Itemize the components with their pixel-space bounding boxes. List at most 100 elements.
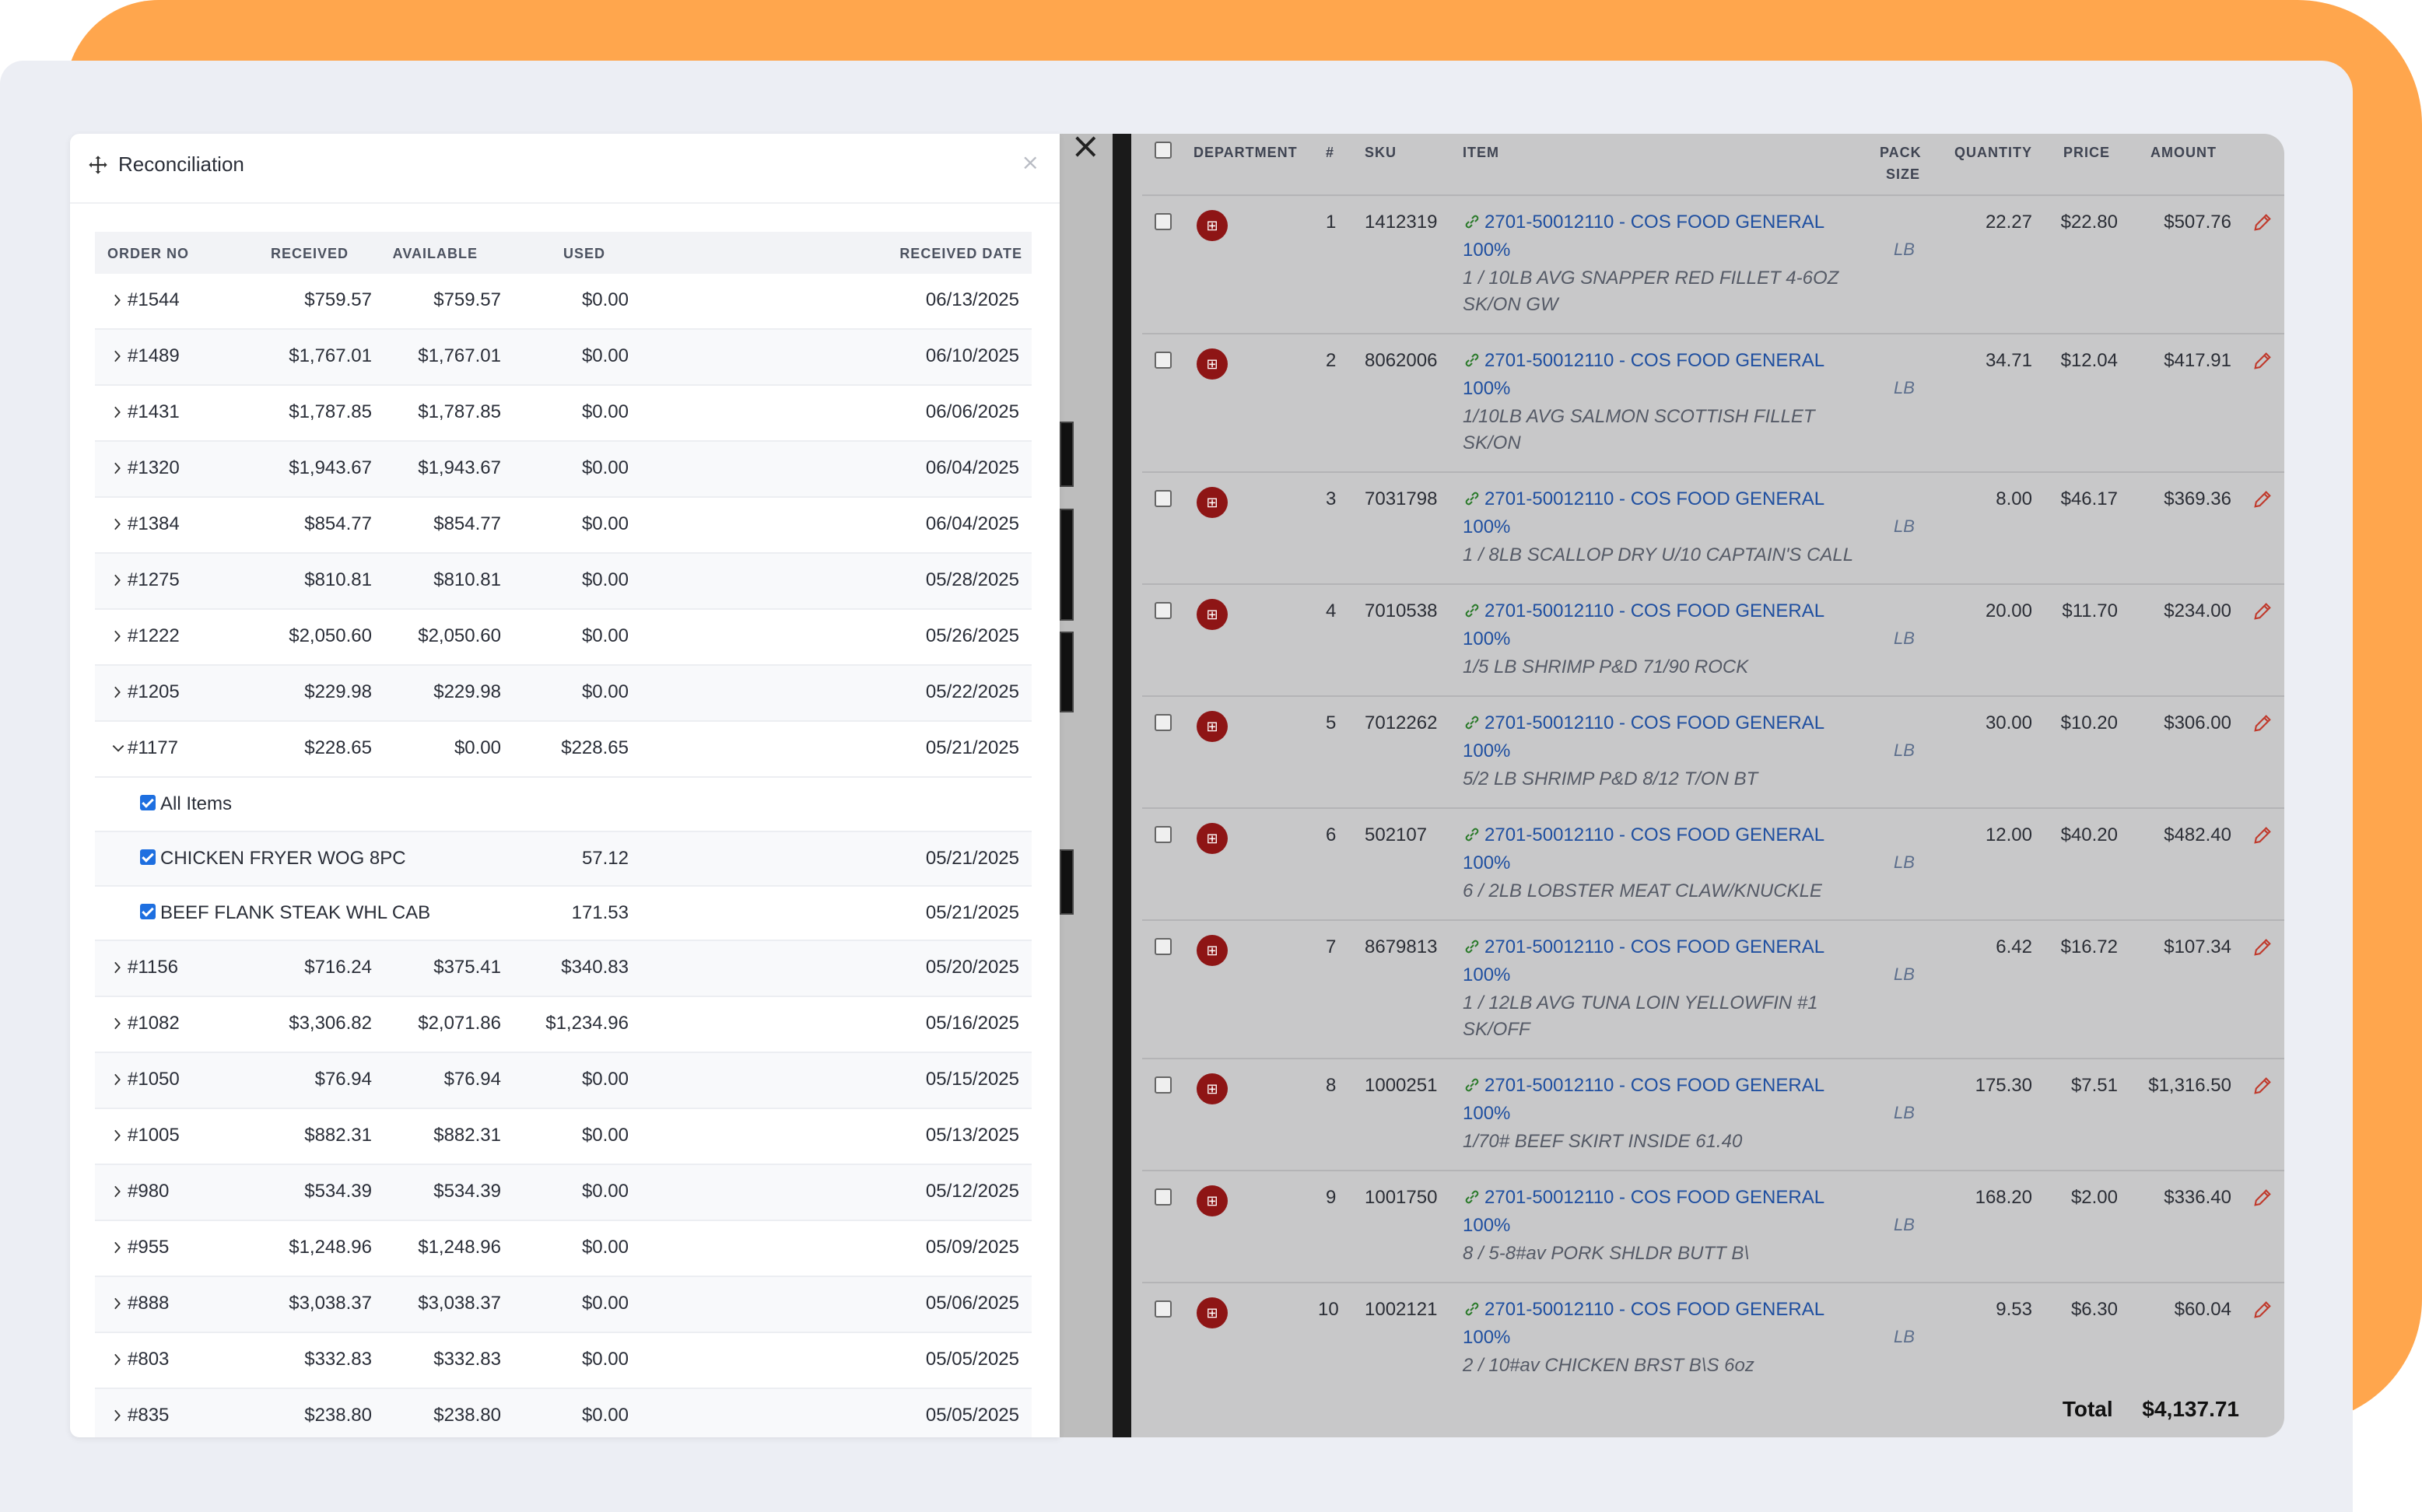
- item-link[interactable]: 2701-50012110 - COS FOOD GENERAL: [1463, 1075, 1824, 1097]
- item-link[interactable]: 2701-50012110 - COS FOOD GENERAL: [1463, 936, 1824, 958]
- close-icon[interactable]: ×: [1022, 149, 1039, 175]
- item-percent[interactable]: 100%: [1463, 1103, 1510, 1125]
- item-name[interactable]: 2701-50012110 - COS FOOD GENERAL: [1484, 1075, 1824, 1096]
- pencil-icon[interactable]: [2252, 1187, 2273, 1209]
- row-checkbox[interactable]: [1155, 213, 1172, 230]
- item-name[interactable]: 2701-50012110 - COS FOOD GENERAL: [1484, 600, 1824, 621]
- all-items-row[interactable]: All Items: [95, 778, 1032, 832]
- item-percent[interactable]: 100%: [1463, 852, 1510, 874]
- item-link[interactable]: 2701-50012110 - COS FOOD GENERAL: [1463, 824, 1824, 846]
- item-checkbox[interactable]: [140, 904, 156, 919]
- invoice-row[interactable]: ⊞ 4 7010538 2701-50012110 - COS FOOD GENERA…: [1142, 583, 2284, 695]
- pencil-icon[interactable]: [2252, 1299, 2273, 1321]
- pencil-icon[interactable]: [2252, 488, 2273, 510]
- chevron-right-icon[interactable]: [110, 1238, 126, 1257]
- chevron-right-icon[interactable]: [110, 958, 126, 977]
- item-name[interactable]: 2701-50012110 - COS FOOD GENERAL: [1484, 1187, 1824, 1208]
- order-row[interactable]: #1222 $2,050.60 $2,050.60 $0.00 05/26/2025: [95, 610, 1032, 666]
- order-row[interactable]: #1384 $854.77 $854.77 $0.00 06/04/2025: [95, 498, 1032, 554]
- order-row[interactable]: #1544 $759.57 $759.57 $0.00 06/13/2025: [95, 274, 1032, 330]
- item-name[interactable]: 2701-50012110 - COS FOOD GENERAL: [1484, 212, 1824, 233]
- row-checkbox[interactable]: [1155, 352, 1172, 369]
- chevron-down-icon[interactable]: [110, 739, 126, 758]
- pencil-icon[interactable]: [2252, 350, 2273, 372]
- order-row[interactable]: #1205 $229.98 $229.98 $0.00 05/22/2025: [95, 666, 1032, 722]
- chevron-right-icon[interactable]: [110, 1294, 126, 1313]
- invoice-row[interactable]: ⊞ 7 8679813 2701-50012110 - COS FOOD GENERA…: [1142, 919, 2284, 1058]
- item-percent[interactable]: 100%: [1463, 516, 1510, 538]
- order-row[interactable]: #1177 $228.65 $0.00 $228.65 05/21/2025: [95, 722, 1032, 778]
- item-row[interactable]: CHICKEN FRYER WOG 8PC 57.12 05/21/2025: [95, 832, 1032, 887]
- row-checkbox[interactable]: [1155, 714, 1172, 731]
- item-percent[interactable]: 100%: [1463, 1215, 1510, 1237]
- pencil-icon[interactable]: [2252, 212, 2273, 233]
- item-name[interactable]: 2701-50012110 - COS FOOD GENERAL: [1484, 712, 1824, 733]
- item-link[interactable]: 2701-50012110 - COS FOOD GENERAL: [1463, 350, 1824, 372]
- chevron-right-icon[interactable]: [110, 515, 126, 534]
- order-row[interactable]: #1050 $76.94 $76.94 $0.00 05/15/2025: [95, 1053, 1032, 1109]
- item-name[interactable]: 2701-50012110 - COS FOOD GENERAL: [1484, 488, 1824, 509]
- pencil-icon[interactable]: [2252, 824, 2273, 846]
- all-items-checkbox[interactable]: [140, 795, 156, 810]
- item-percent[interactable]: 100%: [1463, 1327, 1510, 1349]
- chevron-right-icon[interactable]: [110, 347, 126, 366]
- item-name[interactable]: 2701-50012110 - COS FOOD GENERAL: [1484, 350, 1824, 371]
- item-link[interactable]: 2701-50012110 - COS FOOD GENERAL: [1463, 212, 1824, 233]
- chevron-right-icon[interactable]: [110, 1126, 126, 1145]
- chevron-right-icon[interactable]: [110, 1070, 126, 1089]
- chevron-right-icon[interactable]: [110, 683, 126, 702]
- invoice-row[interactable]: ⊞ 3 7031798 2701-50012110 - COS FOOD GENERA…: [1142, 471, 2284, 583]
- order-row[interactable]: #1431 $1,787.85 $1,787.85 $0.00 06/06/2025: [95, 386, 1032, 442]
- chevron-right-icon[interactable]: [110, 1182, 126, 1201]
- chevron-right-icon[interactable]: [110, 291, 126, 310]
- select-all-checkbox[interactable]: [1155, 142, 1172, 159]
- row-checkbox[interactable]: [1155, 1188, 1172, 1206]
- item-link[interactable]: 2701-50012110 - COS FOOD GENERAL: [1463, 488, 1824, 510]
- item-name[interactable]: 2701-50012110 - COS FOOD GENERAL: [1484, 824, 1824, 845]
- row-checkbox[interactable]: [1155, 490, 1172, 507]
- invoice-row[interactable]: ⊞ 5 7012262 2701-50012110 - COS FOOD GENERA…: [1142, 695, 2284, 807]
- item-name[interactable]: 2701-50012110 - COS FOOD GENERAL: [1484, 1299, 1824, 1320]
- invoice-row[interactable]: ⊞ 9 1001750 2701-50012110 - COS FOOD GENERA…: [1142, 1170, 2284, 1282]
- reconciliation-header[interactable]: Reconciliation ×: [70, 134, 1060, 204]
- order-row[interactable]: #1005 $882.31 $882.31 $0.00 05/13/2025: [95, 1109, 1032, 1165]
- order-row[interactable]: #1082 $3,306.82 $2,071.86 $1,234.96 05/16/20…: [95, 997, 1032, 1053]
- row-checkbox[interactable]: [1155, 826, 1172, 843]
- order-row[interactable]: #1275 $810.81 $810.81 $0.00 05/28/2025: [95, 554, 1032, 610]
- order-row[interactable]: #803 $332.83 $332.83 $0.00 05/05/2025: [95, 1333, 1032, 1389]
- chevron-right-icon[interactable]: [110, 1350, 126, 1369]
- order-row[interactable]: #980 $534.39 $534.39 $0.00 05/12/2025: [95, 1165, 1032, 1221]
- move-arrows-icon[interactable]: [87, 154, 109, 176]
- item-row[interactable]: BEEF FLANK STEAK WHL CAB 171.53 05/21/2025: [95, 887, 1032, 941]
- row-checkbox[interactable]: [1155, 1300, 1172, 1318]
- item-percent[interactable]: 100%: [1463, 740, 1510, 762]
- invoice-row[interactable]: ⊞ 10 1002121 2701-50012110 - COS FOOD GENER…: [1142, 1282, 2284, 1394]
- pencil-icon[interactable]: [2252, 936, 2273, 958]
- row-checkbox[interactable]: [1155, 938, 1172, 955]
- item-percent[interactable]: 100%: [1463, 240, 1510, 261]
- pencil-icon[interactable]: [2252, 1075, 2273, 1097]
- order-row[interactable]: #888 $3,038.37 $3,038.37 $0.00 05/06/2025: [95, 1277, 1032, 1333]
- item-link[interactable]: 2701-50012110 - COS FOOD GENERAL: [1463, 1187, 1824, 1209]
- close-preview-icon[interactable]: ×: [1071, 134, 1108, 163]
- order-row[interactable]: #1489 $1,767.01 $1,767.01 $0.00 06/10/2025: [95, 330, 1032, 386]
- row-checkbox[interactable]: [1155, 602, 1172, 619]
- invoice-row[interactable]: ⊞ 6 502107 2701-50012110 - COS FOOD GENERAL…: [1142, 807, 2284, 919]
- row-checkbox[interactable]: [1155, 1076, 1172, 1094]
- invoice-row[interactable]: ⊞ 1 1412319 2701-50012110 - COS FOOD GENERA…: [1142, 194, 2284, 333]
- order-row[interactable]: #1156 $716.24 $375.41 $340.83 05/20/2025: [95, 941, 1032, 997]
- item-name[interactable]: 2701-50012110 - COS FOOD GENERAL: [1484, 936, 1824, 957]
- chevron-right-icon[interactable]: [110, 571, 126, 590]
- item-checkbox[interactable]: [140, 849, 156, 865]
- order-row[interactable]: #1320 $1,943.67 $1,943.67 $0.00 06/04/2025: [95, 442, 1032, 498]
- order-row[interactable]: #835 $238.80 $238.80 $0.00 05/05/2025: [95, 1389, 1032, 1437]
- chevron-right-icon[interactable]: [110, 1014, 126, 1033]
- item-link[interactable]: 2701-50012110 - COS FOOD GENERAL: [1463, 600, 1824, 622]
- chevron-right-icon[interactable]: [110, 1406, 126, 1425]
- chevron-right-icon[interactable]: [110, 459, 126, 478]
- order-row[interactable]: #955 $1,248.96 $1,248.96 $0.00 05/09/2025: [95, 1221, 1032, 1277]
- item-link[interactable]: 2701-50012110 - COS FOOD GENERAL: [1463, 712, 1824, 734]
- item-percent[interactable]: 100%: [1463, 628, 1510, 650]
- item-link[interactable]: 2701-50012110 - COS FOOD GENERAL: [1463, 1299, 1824, 1321]
- invoice-row[interactable]: ⊞ 2 8062006 2701-50012110 - COS FOOD GENERA…: [1142, 333, 2284, 471]
